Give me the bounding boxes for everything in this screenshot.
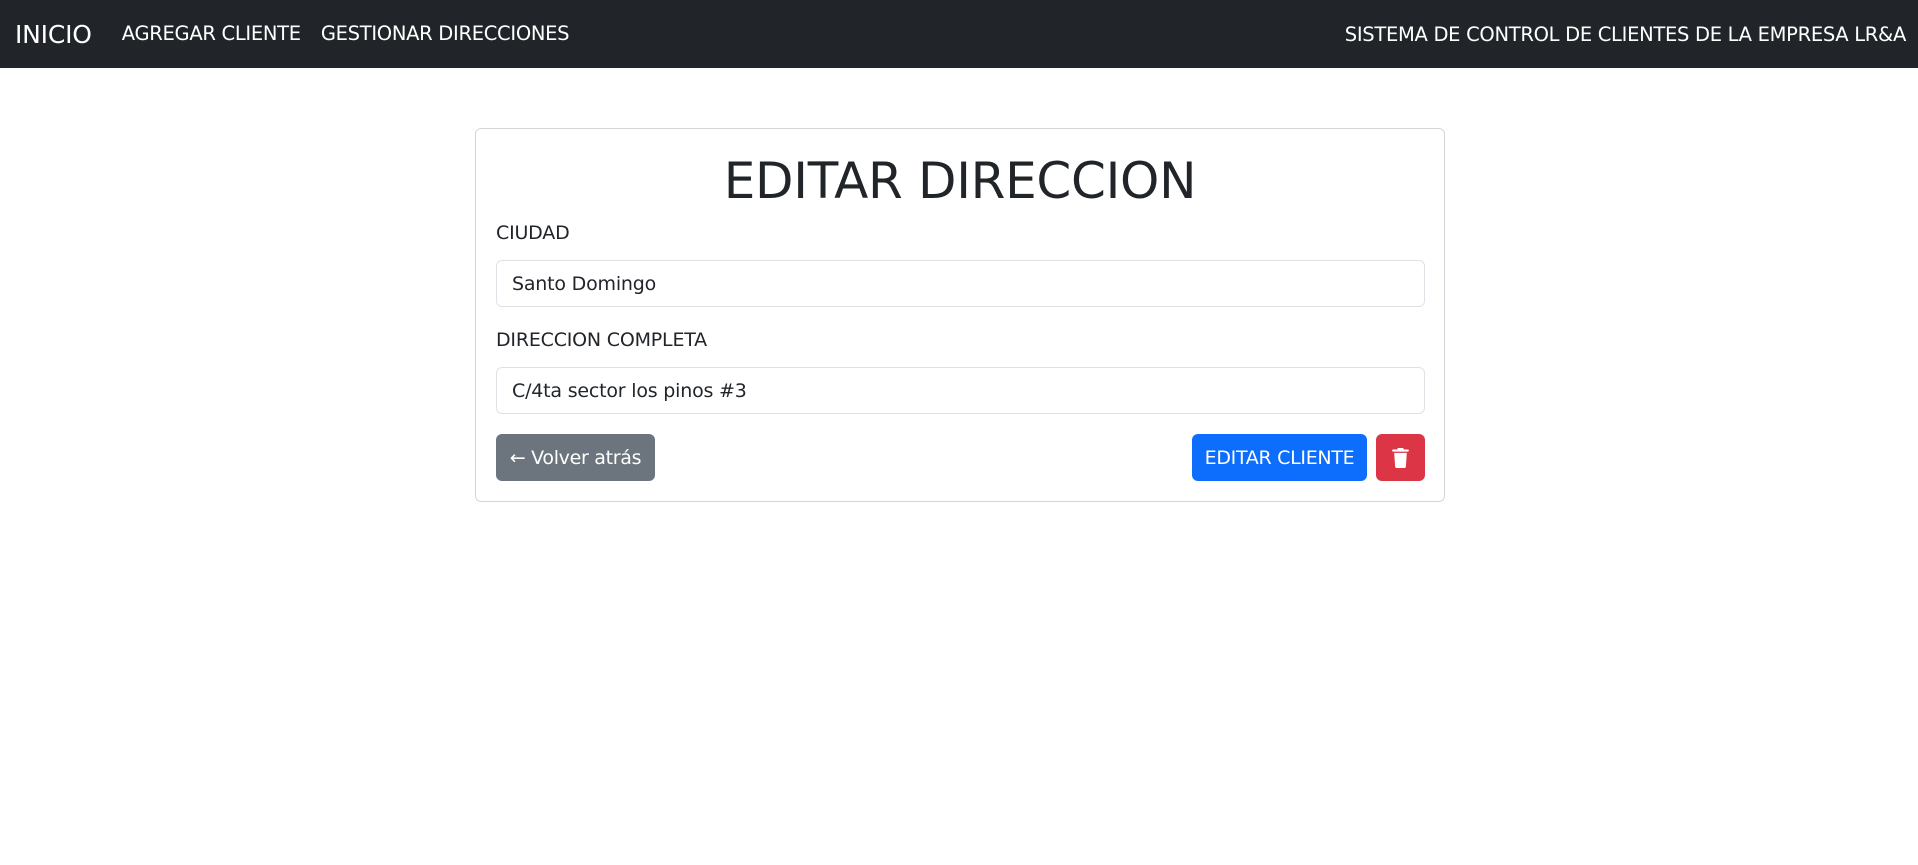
page-title: EDITAR DIRECCION: [723, 152, 1197, 210]
address-input[interactable]: [496, 367, 1425, 414]
address-label: DIRECCION COMPLETA: [496, 329, 707, 351]
nav-add-client-link[interactable]: AGREGAR CLIENTE: [122, 24, 301, 44]
edit-address-card: EDITAR DIRECCION CIUDAD DIRECCION COMPLE…: [475, 128, 1445, 502]
system-title: SISTEMA DE CONTROL DE CLIENTES DE LA EMP…: [1344, 22, 1907, 46]
nav-manage-addresses-link[interactable]: GESTIONAR DIRECCIONES: [321, 24, 570, 44]
trash-icon: [1392, 447, 1409, 468]
nav-home-link[interactable]: INICIO: [15, 22, 92, 47]
city-input[interactable]: [496, 260, 1425, 307]
delete-button[interactable]: [1376, 434, 1425, 481]
edit-client-button[interactable]: EDITAR CLIENTE: [1192, 434, 1367, 481]
top-navbar: INICIO AGREGAR CLIENTE GESTIONAR DIRECCI…: [0, 0, 1918, 68]
city-label: CIUDAD: [496, 222, 570, 244]
back-button[interactable]: ← Volver atrás: [496, 434, 655, 481]
